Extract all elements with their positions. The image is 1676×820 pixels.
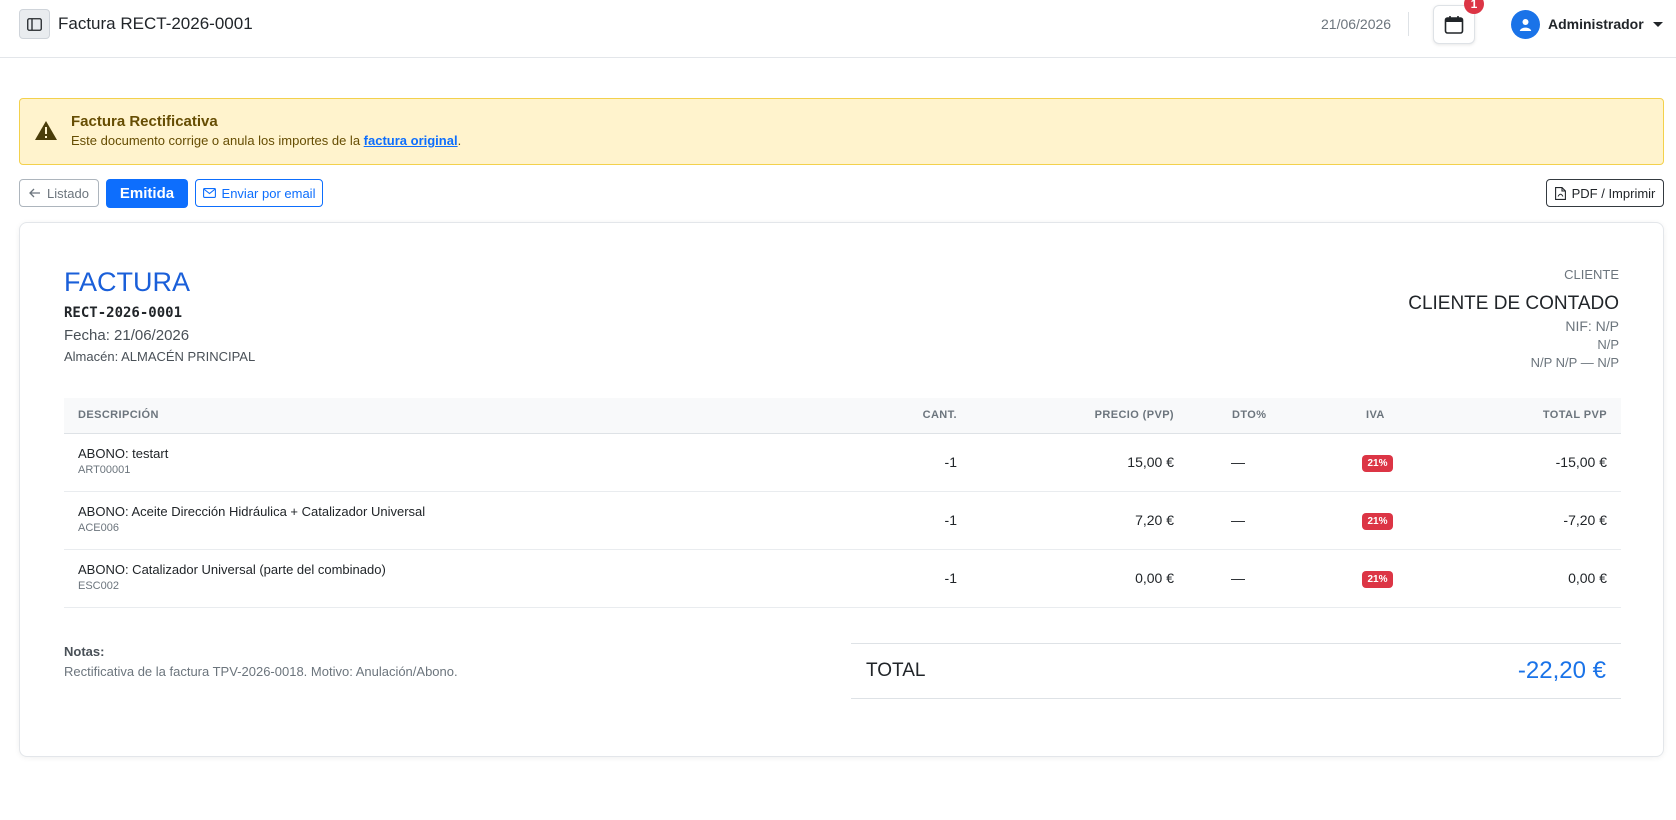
sidebar-toggle-button[interactable] bbox=[19, 9, 50, 39]
avatar bbox=[1511, 9, 1540, 39]
vat-badge: 21% bbox=[1362, 455, 1393, 472]
sidebar-icon bbox=[27, 17, 42, 31]
alert-text: Este documento corrige o anula los impor… bbox=[71, 133, 461, 148]
invoice-number: RECT-2026-0001 bbox=[64, 305, 183, 321]
vat-badge: 21% bbox=[1362, 571, 1393, 588]
total-value: -22,20 € bbox=[1517, 657, 1606, 684]
item-name: ABONO: Catalizador Universal (parte del … bbox=[78, 562, 386, 577]
client-name: CLIENTE DE CONTADO bbox=[1408, 293, 1619, 314]
header-vat: IVA bbox=[1366, 409, 1385, 421]
client-label: CLIENTE bbox=[1564, 267, 1619, 282]
table-row: ABONO: Aceite Dirección Hidráulica + Cat… bbox=[64, 492, 1621, 550]
original-invoice-link[interactable]: factura original bbox=[364, 133, 458, 148]
header-total: TOTAL PVP bbox=[1542, 409, 1607, 421]
item-total: 0,00 € bbox=[1568, 570, 1607, 586]
invoice-date: Fecha: 21/06/2026 bbox=[64, 327, 190, 344]
send-email-label: Enviar por email bbox=[221, 185, 316, 201]
item-description: ABONO: testart ART00001 bbox=[78, 446, 168, 476]
top-bar: Factura RECT-2026-0001 21/06/2026 1 Admi… bbox=[0, 0, 1676, 58]
notification-badge: 1 bbox=[1464, 0, 1484, 14]
client-city: N/P N/P — N/P bbox=[1530, 355, 1619, 370]
calendar-icon bbox=[1444, 15, 1464, 34]
chevron-down-icon bbox=[1652, 21, 1663, 27]
item-quantity: -1 bbox=[944, 570, 957, 586]
pdf-print-button[interactable]: PDF / Imprimir bbox=[1546, 179, 1664, 207]
header-price: PRECIO (PVP) bbox=[1094, 409, 1174, 421]
table-row: ABONO: Catalizador Universal (parte del … bbox=[64, 550, 1621, 608]
invoice-store: Almacén: ALMACÉN PRINCIPAL bbox=[64, 349, 256, 364]
item-discount: — bbox=[1231, 454, 1245, 470]
notes-label: Notas: bbox=[64, 644, 105, 659]
item-price: 7,20 € bbox=[1135, 512, 1174, 528]
item-name: ABONO: Aceite Dirección Hidráulica + Cat… bbox=[78, 504, 426, 519]
current-date: 21/06/2026 bbox=[1321, 16, 1392, 32]
back-to-list-label: Listado bbox=[47, 185, 89, 201]
user-icon bbox=[1519, 18, 1532, 31]
invoice-card: FACTURA RECT-2026-0001 Fecha: 21/06/2026… bbox=[19, 222, 1664, 757]
client-address: N/P bbox=[1597, 337, 1619, 352]
vat-badge: 21% bbox=[1362, 513, 1393, 530]
item-discount: — bbox=[1231, 512, 1245, 528]
header-description: DESCRIPCIÓN bbox=[78, 409, 159, 421]
rectification-alert: Factura Rectificativa Este documento cor… bbox=[19, 98, 1664, 165]
item-price: 15,00 € bbox=[1127, 454, 1174, 470]
item-price: 0,00 € bbox=[1135, 570, 1174, 586]
header-quantity: CANT. bbox=[922, 409, 957, 421]
status-button[interactable]: Emitida bbox=[106, 179, 188, 208]
item-total: -7,20 € bbox=[1563, 512, 1607, 528]
alert-title: Factura Rectificativa bbox=[71, 113, 218, 130]
item-quantity: -1 bbox=[944, 512, 957, 528]
header-discount: DTO% bbox=[1232, 409, 1267, 421]
back-to-list-button[interactable]: Listado bbox=[19, 179, 99, 207]
pdf-file-icon bbox=[1554, 186, 1566, 200]
item-code: ART00001 bbox=[78, 464, 131, 476]
item-description: ABONO: Catalizador Universal (parte del … bbox=[78, 562, 386, 592]
envelope-icon bbox=[202, 188, 216, 198]
total-label: TOTAL bbox=[866, 660, 926, 681]
item-name: ABONO: testart bbox=[78, 446, 169, 461]
table-row: ABONO: testart ART00001 -1 15,00 € — 21%… bbox=[64, 434, 1621, 492]
notes-text: Rectificativa de la factura TPV-2026-001… bbox=[64, 664, 458, 679]
document-type: FACTURA bbox=[64, 267, 191, 297]
alert-text-after: . bbox=[457, 133, 462, 148]
item-discount: — bbox=[1231, 570, 1245, 586]
page-title: Factura RECT-2026-0001 bbox=[58, 14, 253, 33]
user-name: Administrador bbox=[1548, 16, 1644, 32]
alert-text-before: Este documento corrige o anula los impor… bbox=[71, 133, 364, 148]
total-box: TOTAL -22,20 € bbox=[851, 643, 1621, 699]
item-code: ESC002 bbox=[78, 580, 119, 592]
table-header: DESCRIPCIÓN CANT. PRECIO (PVP) DTO% IVA … bbox=[64, 398, 1621, 434]
item-quantity: -1 bbox=[944, 454, 957, 470]
invoice-items-table: DESCRIPCIÓN CANT. PRECIO (PVP) DTO% IVA … bbox=[64, 398, 1621, 608]
item-description: ABONO: Aceite Dirección Hidráulica + Cat… bbox=[78, 504, 425, 534]
client-nif: NIF: N/P bbox=[1565, 318, 1619, 334]
header-divider bbox=[1408, 12, 1409, 36]
user-menu[interactable]: Administrador bbox=[1511, 9, 1663, 39]
pdf-print-label: PDF / Imprimir bbox=[1571, 185, 1656, 201]
item-total: -15,00 € bbox=[1555, 454, 1607, 470]
item-code: ACE006 bbox=[78, 522, 119, 534]
send-email-button[interactable]: Enviar por email bbox=[195, 179, 323, 207]
arrow-left-icon bbox=[29, 188, 41, 198]
client-block: CLIENTE CLIENTE DE CONTADO NIF: N/P N/P … bbox=[1408, 267, 1619, 370]
warning-icon bbox=[35, 121, 57, 140]
